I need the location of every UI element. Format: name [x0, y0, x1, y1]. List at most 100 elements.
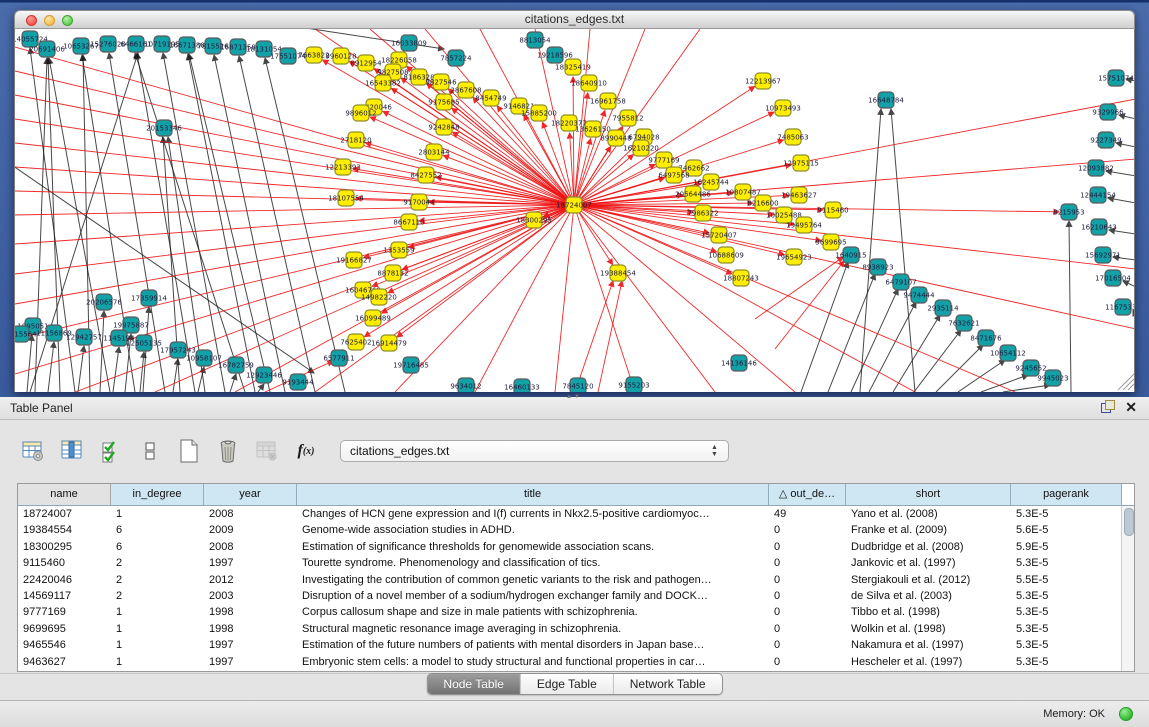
table-cell[interactable]: 1	[111, 604, 204, 620]
network-node-7485063[interactable]: 7485063	[777, 129, 808, 145]
tab-edge-table[interactable]: Edge Table	[521, 674, 614, 694]
network-node-2718120[interactable]: 2718120	[340, 132, 371, 148]
network-node-10654112[interactable]: 10654112	[990, 345, 1026, 361]
table-row[interactable]: 2242004622012Investigating the contribut…	[18, 572, 1122, 588]
network-node-7625402[interactable]: 7625402	[340, 334, 371, 350]
table-cell[interactable]: 0	[769, 588, 846, 604]
table-cell[interactable]: 2	[111, 588, 204, 604]
network-node-19716485[interactable]: 19716485	[393, 357, 429, 373]
table-cell[interactable]: 6	[111, 539, 204, 555]
table-cell[interactable]: 49	[769, 506, 846, 522]
table-cell[interactable]: 5.5E-5	[1011, 572, 1122, 588]
close-panel-icon[interactable]: ✕	[1125, 400, 1137, 414]
network-node-9634012[interactable]: 9634012	[450, 378, 481, 392]
table-cell[interactable]: Genome-wide association studies in ADHD.	[297, 522, 769, 538]
table-cell[interactable]: 9777169	[18, 604, 111, 620]
network-node-9945023[interactable]: 9945023	[1037, 370, 1068, 386]
table-cell[interactable]: 5.3E-5	[1011, 588, 1122, 604]
column-header-year[interactable]: year	[204, 484, 297, 505]
network-node-9115460[interactable]: 9115460	[817, 202, 848, 218]
table-cell[interactable]: Franke et al. (2009)	[846, 522, 1011, 538]
table-cell[interactable]: 5.3E-5	[1011, 555, 1122, 571]
table-row[interactable]: 911546021997Tourette syndrome. Phenomeno…	[18, 555, 1122, 571]
network-node-15692971[interactable]: 15692971	[1085, 247, 1121, 263]
table-cell[interactable]: 1998	[204, 604, 297, 620]
network-node-17016504[interactable]: 17016504	[1095, 270, 1131, 286]
table-scrollbar[interactable]	[1121, 506, 1134, 671]
table-cell[interactable]: Hescheler et al. (1997)	[846, 654, 1011, 670]
network-node-10688609[interactable]: 10688609	[708, 247, 744, 263]
table-cell[interactable]: Estimation of the future numbers of pati…	[297, 637, 769, 653]
network-window-titlebar[interactable]: citations_edges.txt	[14, 10, 1135, 29]
table-cell[interactable]: 18724007	[18, 506, 111, 522]
table-cell[interactable]: 22420046	[18, 572, 111, 588]
column-header-pagerank[interactable]: pagerank	[1011, 484, 1122, 505]
network-node-16210220[interactable]: 16210220	[623, 140, 659, 156]
select-rows-icon[interactable]	[98, 438, 124, 464]
table-cell[interactable]: 6	[111, 522, 204, 538]
network-node-15720407[interactable]: 15720407	[701, 227, 737, 243]
network-node-12213393[interactable]: 12213393	[325, 159, 361, 175]
table-cell[interactable]: 9463627	[18, 654, 111, 670]
table-cell[interactable]: 9115460	[18, 555, 111, 571]
tab-node-table[interactable]: Node Table	[427, 674, 521, 694]
table-cell[interactable]: Nakamura et al. (1997)	[846, 637, 1011, 653]
table-cell[interactable]: 5.3E-5	[1011, 506, 1122, 522]
table-cell[interactable]: Tourette syndrome. Phenomenology and cla…	[297, 555, 769, 571]
network-node-8878132[interactable]: 8878132	[377, 265, 408, 281]
table-options-icon[interactable]	[20, 438, 46, 464]
table-cell[interactable]: 2012	[204, 572, 297, 588]
table-cell[interactable]: 5.3E-5	[1011, 654, 1122, 670]
network-node-9474444[interactable]: 9474444	[903, 287, 935, 303]
network-node-19388454[interactable]: 19388454	[600, 265, 636, 281]
network-node-19463627[interactable]: 19463627	[781, 187, 817, 203]
network-node-16460133[interactable]: 16460133	[504, 379, 540, 392]
table-cell[interactable]: 18300295	[18, 539, 111, 555]
table-cell[interactable]: 2008	[204, 539, 297, 555]
table-row[interactable]: 1456911722003Disruption of a novel membe…	[18, 588, 1122, 604]
network-node-20206576[interactable]: 20206576	[86, 294, 122, 310]
network-node-12975115[interactable]: 12975115	[783, 155, 819, 171]
table-row[interactable]: 946554611997Estimation of the future num…	[18, 637, 1122, 653]
table-cell[interactable]: Jankovic et al. (1997)	[846, 555, 1011, 571]
table-selector-dropdown[interactable]: citations_edges.txt ▲▼	[340, 440, 729, 462]
network-node-18640910[interactable]: 18640910	[571, 75, 607, 91]
table-cell[interactable]: 5.6E-5	[1011, 522, 1122, 538]
table-cell[interactable]: Structural magnetic resonance image aver…	[297, 621, 769, 637]
network-node-2935114[interactable]: 2935114	[927, 300, 959, 316]
table-cell[interactable]: Yano et al. (2008)	[846, 506, 1011, 522]
table-cell[interactable]: 0	[769, 637, 846, 653]
network-node-2803144[interactable]: 2803144	[418, 144, 450, 160]
table-cell[interactable]: 2	[111, 572, 204, 588]
network-node-16033809[interactable]: 16033809	[391, 35, 427, 51]
table-cell[interactable]: 0	[769, 572, 846, 588]
table-cell[interactable]: 0	[769, 539, 846, 555]
network-node-7845120[interactable]: 7845120	[562, 378, 593, 392]
network-node-9227349[interactable]: 9227349	[1090, 132, 1121, 148]
network-node-16648784[interactable]: 16648784	[868, 92, 904, 108]
network-node-8667110[interactable]: 8667110	[393, 214, 424, 230]
table-cell[interactable]: Changes of HCN gene expression and I(f) …	[297, 506, 769, 522]
network-view[interactable]: 1872400718300295766382299601288912954182…	[14, 29, 1135, 392]
network-node-11675334[interactable]: 11675334	[1105, 299, 1135, 315]
table-cell[interactable]: de Silva et al. (2003)	[846, 588, 1011, 604]
column-header-name[interactable]: name	[18, 484, 111, 505]
table-cell[interactable]: 0	[769, 604, 846, 620]
table-cell[interactable]: 1	[111, 506, 204, 522]
table-cell[interactable]: Dudbridge et al. (2008)	[846, 539, 1011, 555]
table-cell[interactable]: Wolkin et al. (1998)	[846, 621, 1011, 637]
network-node-12093882[interactable]: 12093882	[1078, 160, 1114, 176]
table-cell[interactable]: 1	[111, 654, 204, 670]
network-node-7632621[interactable]: 7632621	[948, 315, 979, 331]
network-node-16210643[interactable]: 16210643	[1081, 219, 1117, 235]
table-cell[interactable]: 5.3E-5	[1011, 637, 1122, 653]
table-cell[interactable]: 5.3E-5	[1011, 621, 1122, 637]
tab-network-table[interactable]: Network Table	[614, 674, 722, 694]
table-row[interactable]: 1938455462009Genome-wide association stu…	[18, 522, 1122, 538]
network-node-9175685[interactable]: 9175685	[428, 94, 459, 110]
table-cell[interactable]: 2009	[204, 522, 297, 538]
row-height-icon[interactable]	[137, 438, 163, 464]
table-scrollbar-thumb[interactable]	[1124, 508, 1134, 536]
show-columns-icon[interactable]	[59, 438, 85, 464]
table-cell[interactable]: 5.3E-5	[1011, 604, 1122, 620]
